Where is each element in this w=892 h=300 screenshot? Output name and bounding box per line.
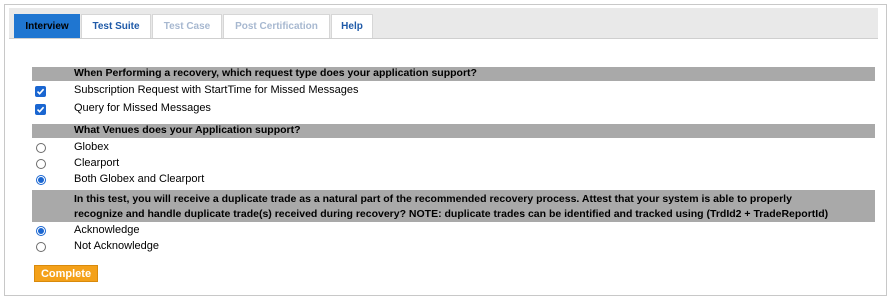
tab-interview[interactable]: Interview: [14, 14, 80, 38]
option-globex[interactable]: Globex: [34, 140, 109, 156]
radio-unselected-icon[interactable]: [35, 159, 46, 169]
option-acknowledge[interactable]: Acknowledge: [34, 223, 139, 239]
question-recovery-request-type: When Performing a recovery, which reques…: [32, 67, 875, 81]
question-duplicate-trade: In this test, you will receive a duplica…: [32, 190, 875, 222]
option-label: Subscription Request with StartTime for …: [74, 84, 359, 96]
option-label: Not Acknowledge: [74, 240, 159, 252]
option-subscription-request[interactable]: Subscription Request with StartTime for …: [34, 83, 358, 99]
question-text-line-2: recognize and handle duplicate trade(s) …: [74, 208, 829, 220]
option-not-acknowledge[interactable]: Not Acknowledge: [34, 239, 159, 255]
radio-unselected-icon[interactable]: [35, 242, 46, 252]
option-label: Acknowledge: [74, 224, 140, 236]
option-label: Both Globex and Clearport: [74, 173, 205, 185]
tab-bar: Interview Test Suite Test Case Post Cert…: [9, 8, 878, 39]
option-label: Globex: [74, 141, 109, 153]
tab-help[interactable]: Help: [331, 14, 373, 38]
question-text: What Venues does your Application suppor…: [74, 124, 301, 136]
option-clearport[interactable]: Clearport: [34, 156, 119, 172]
checkbox-checked-icon[interactable]: [35, 103, 46, 115]
radio-selected-icon[interactable]: [35, 175, 46, 185]
tab-post-certification[interactable]: Post Certification: [223, 14, 330, 38]
tab-test-case[interactable]: Test Case: [152, 14, 222, 38]
complete-button[interactable]: Complete: [34, 265, 98, 282]
option-both-globex-clearport[interactable]: Both Globex and Clearport: [34, 172, 204, 188]
option-label: Query for Missed Messages: [74, 102, 211, 114]
tab-test-suite[interactable]: Test Suite: [81, 14, 151, 38]
question-venues: What Venues does your Application suppor…: [32, 124, 875, 138]
radio-unselected-icon[interactable]: [35, 143, 46, 153]
form-panel: [4, 4, 887, 296]
question-text: When Performing a recovery, which reques…: [74, 67, 477, 79]
radio-selected-icon[interactable]: [35, 226, 46, 236]
question-text-line-1: In this test, you will receive a duplica…: [74, 193, 792, 205]
checkbox-checked-icon[interactable]: [35, 85, 46, 97]
option-query-missed-messages[interactable]: Query for Missed Messages: [34, 101, 211, 117]
option-label: Clearport: [74, 157, 120, 169]
